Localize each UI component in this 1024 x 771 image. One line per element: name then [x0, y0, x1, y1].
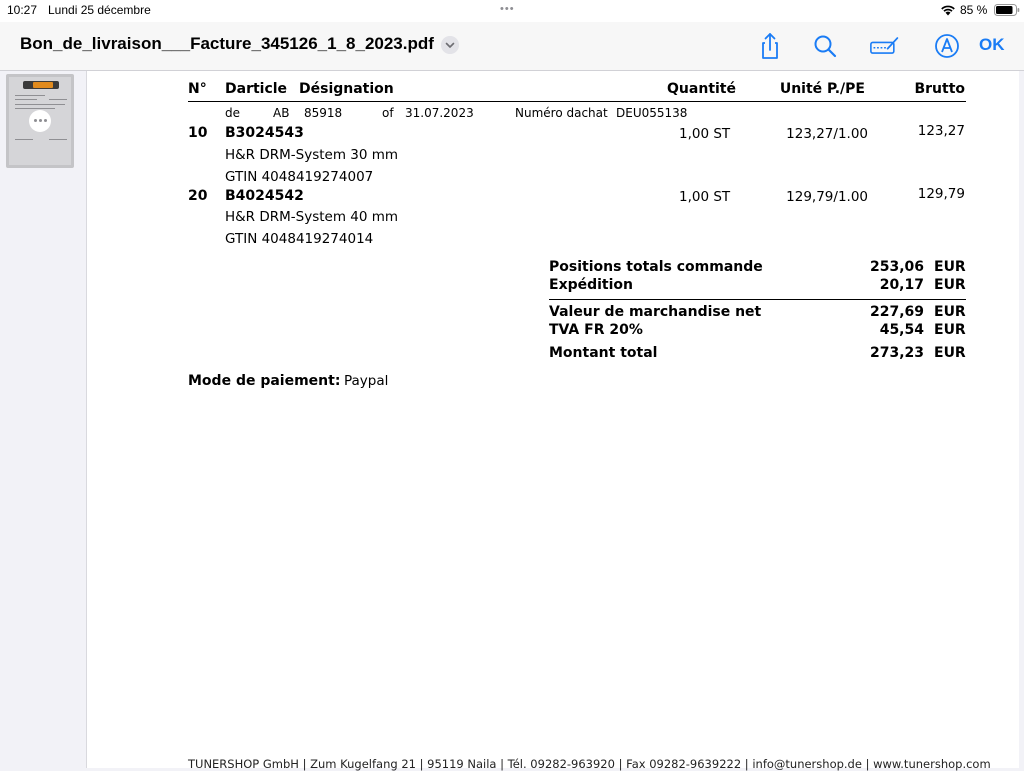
totals-currency: EUR [934, 322, 966, 338]
header-rule [188, 101, 966, 102]
item-unit-price: 129,79/1.00 [786, 189, 868, 205]
search-icon[interactable] [810, 31, 840, 61]
payment-value: Paypal [344, 373, 389, 389]
totals-currency: EUR [934, 345, 966, 361]
item-article: B3024543 [225, 125, 304, 141]
company-footer: TUNERSHOP GmbH | Zum Kugelfang 21 | 9511… [188, 757, 991, 771]
thumbnail-sidebar [0, 71, 87, 768]
document-title[interactable]: Bon_de_livraison___Facture_345126_1_8_20… [20, 34, 434, 54]
item-gross: 129,79 [917, 186, 965, 202]
totals-label: TVA FR 20% [549, 322, 643, 338]
item-quantity: 1,00 ST [679, 126, 731, 142]
order-ref-purchase-label: Numéro dachat [515, 106, 608, 120]
thumbnail-line [49, 99, 67, 100]
totals-value: 20,17 [879, 277, 924, 293]
item-gtin: GTIN 4048419274007 [225, 169, 374, 185]
order-ref-date: 31.07.2023 [405, 106, 474, 120]
totals-label: Positions totals commande [549, 259, 763, 275]
totals-currency: EUR [934, 304, 966, 320]
totals-label: Expédition [549, 277, 634, 293]
item-number: 20 [188, 188, 208, 204]
multitasking-dots-icon[interactable]: ••• [500, 3, 515, 15]
status-date: Lundi 25 décembre [48, 3, 151, 17]
status-time: 10:27 [7, 3, 38, 17]
totals-value: 253,06 [869, 259, 924, 275]
share-icon[interactable] [755, 31, 785, 61]
markup-icon[interactable] [870, 31, 900, 61]
order-ref-de: de [225, 106, 240, 120]
thumbnail-line [15, 139, 33, 140]
wifi-icon [941, 5, 955, 16]
col-header-unit-price: Unité P./PE [779, 81, 865, 97]
item-quantity: 1,00 ST [679, 189, 731, 205]
col-header-gross: Brutto [914, 81, 965, 97]
col-header-article: Darticle [225, 81, 288, 97]
order-ref-ab: AB [273, 106, 290, 120]
order-ref-purchase-number: DEU055138 [616, 106, 688, 120]
order-ref-of: of [382, 106, 394, 120]
chevron-down-icon[interactable] [441, 36, 459, 54]
page-thumbnail[interactable] [6, 74, 74, 168]
totals-currency: EUR [934, 277, 966, 293]
item-article: B4024542 [225, 188, 304, 204]
item-description: H&R DRM-System 40 mm [225, 209, 399, 225]
totals-value: 45,54 [879, 322, 924, 338]
navigation-bar: Bon_de_livraison___Facture_345126_1_8_20… [0, 22, 1024, 71]
col-header-quantity: Quantité [667, 81, 736, 97]
totals-value: 227,69 [869, 304, 924, 320]
thumbnail-line [15, 99, 37, 100]
item-description: H&R DRM-System 30 mm [225, 147, 399, 163]
item-gross: 123,27 [917, 123, 965, 139]
item-number: 10 [188, 125, 208, 141]
totals-label: Montant total [549, 345, 658, 361]
thumbnail-line [49, 139, 67, 140]
col-header-number: N° [188, 81, 207, 97]
ok-button[interactable]: OK [979, 35, 1005, 55]
status-bar: 10:27 Lundi 25 décembre ••• 85 % [0, 0, 1024, 22]
totals-currency: EUR [934, 259, 966, 275]
thumbnail-line [15, 95, 45, 96]
ellipsis-icon[interactable] [29, 110, 51, 132]
totals-rule [549, 299, 966, 300]
order-ref-ab-number: 85918 [304, 106, 343, 120]
payment-label: Mode de paiement: [188, 373, 341, 389]
col-header-designation: Désignation [299, 81, 394, 97]
totals-label: Valeur de marchandise net [549, 304, 762, 320]
battery-percentage: 85 % [960, 3, 988, 17]
thumbnail-logo-accent [33, 82, 53, 88]
battery-icon [994, 4, 1020, 16]
totals-value: 273,23 [869, 345, 924, 361]
thumbnail-line [15, 108, 55, 109]
item-unit-price: 123,27/1.00 [786, 126, 868, 142]
thumbnail-line [15, 104, 65, 105]
pencil-circle-icon[interactable] [932, 31, 962, 61]
item-gtin: GTIN 4048419274014 [225, 231, 374, 247]
